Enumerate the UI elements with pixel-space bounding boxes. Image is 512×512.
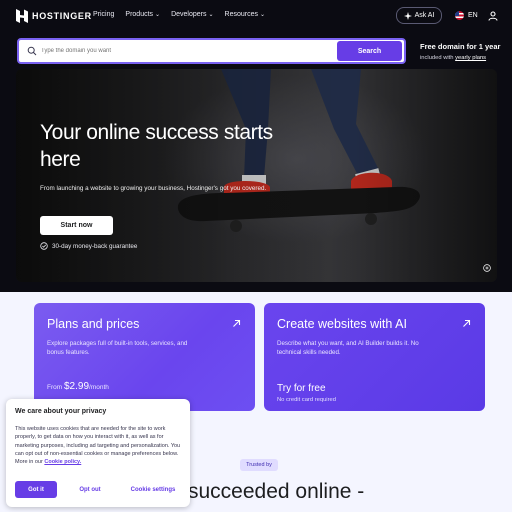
guarantee-text: 30-day money-back guarantee <box>52 242 138 250</box>
cookie-body: This website uses cookies that are neede… <box>15 425 185 466</box>
price-amount: $2.99 <box>63 381 90 392</box>
arrow-up-right-icon <box>233 319 241 327</box>
chevron-down-icon: ⌄ <box>208 12 214 18</box>
top-navbar: HOSTINGER Pricing Products ⌄ Developers ⌄ … <box>0 0 512 32</box>
cookie-consent-popup: We care about your privacy This website … <box>6 399 190 507</box>
no-credit-card-note: No credit card required <box>277 397 336 403</box>
plans-and-prices-card[interactable]: Plans and prices Explore packages full o… <box>34 303 255 411</box>
hero-overlay <box>16 69 497 282</box>
hostinger-logo[interactable]: HOSTINGER <box>16 9 92 23</box>
menu-item-resources[interactable]: Resources ⌄ <box>225 11 266 18</box>
promo-subtitle-text: included with <box>420 55 454 61</box>
cookie-policy-link[interactable]: Cookie policy. <box>44 459 81 465</box>
chevron-down-icon: ⌄ <box>155 12 161 18</box>
yearly-plans-link[interactable]: yearly plans <box>455 55 486 61</box>
domain-search-input[interactable] <box>41 44 331 58</box>
card-description: Describe what you want, and AI Builder b… <box>277 340 419 356</box>
language-selector[interactable]: EN <box>455 11 478 20</box>
cookie-title: We care about your privacy <box>15 408 107 415</box>
section-headline: succeeded online - <box>188 480 365 503</box>
cookie-settings-button[interactable]: Cookie settings <box>122 481 184 498</box>
brand-name: HOSTINGER <box>32 11 92 21</box>
hero-title: Your online success starts here <box>40 121 273 171</box>
money-back-guarantee: 30-day money-back guarantee <box>40 242 137 250</box>
menu-item-label: Resources <box>224 11 258 18</box>
search-icon <box>27 46 37 56</box>
opt-out-button[interactable]: Opt out <box>66 481 114 498</box>
try-for-free-label: Try for free <box>277 383 326 394</box>
search-button[interactable]: Search <box>337 41 402 61</box>
us-flag-icon <box>455 11 464 20</box>
hero-banner: Your online success starts here From lau… <box>16 69 497 282</box>
language-label: EN <box>468 12 478 19</box>
menu-item-products[interactable]: Products ⌄ <box>125 11 160 18</box>
domain-search-bar: Search <box>17 38 406 64</box>
starting-price: From $2.99/month <box>47 381 109 392</box>
menu-item-label: Products <box>125 11 154 18</box>
promo-subtitle: included with yearly plans <box>420 55 500 61</box>
ask-ai-button[interactable]: Ask AI <box>396 7 442 24</box>
pause-video-icon[interactable] <box>483 264 491 272</box>
user-account-icon[interactable] <box>488 11 498 21</box>
menu-item-developers[interactable]: Developers ⌄ <box>171 11 213 18</box>
hostinger-logo-icon <box>16 9 28 23</box>
menu-item-label: Developers <box>171 11 207 18</box>
price-prefix: From <box>47 384 63 391</box>
menu-item-pricing[interactable]: Pricing <box>93 11 114 18</box>
card-title: Plans and prices <box>47 317 140 331</box>
promo-title: Free domain for 1 year <box>420 42 501 51</box>
menu-item-label: Pricing <box>93 11 115 18</box>
create-websites-ai-card[interactable]: Create websites with AI Describe what yo… <box>264 303 485 411</box>
card-title: Create websites with AI <box>277 317 407 331</box>
got-it-button[interactable]: Got it <box>15 481 57 498</box>
trusted-by-badge: Trusted by <box>240 459 278 471</box>
shield-check-icon <box>40 242 48 250</box>
start-now-button[interactable]: Start now <box>40 216 113 235</box>
arrow-up-right-icon <box>463 319 471 327</box>
price-suffix: /month <box>89 384 109 391</box>
card-description: Explore packages full of built-in tools,… <box>47 340 188 356</box>
free-domain-promo: Free domain for 1 year included with yea… <box>420 42 500 61</box>
chevron-down-icon: ⌄ <box>259 12 266 18</box>
hero-description: From launching a website to growing your… <box>40 185 267 192</box>
main-menu: Pricing Products ⌄ Developers ⌄ Resources ⌄ <box>93 11 265 18</box>
ask-ai-label: Ask AI <box>414 12 435 19</box>
sparkle-icon <box>403 11 412 20</box>
cookie-body-text: This website uses cookies that are neede… <box>15 426 181 466</box>
